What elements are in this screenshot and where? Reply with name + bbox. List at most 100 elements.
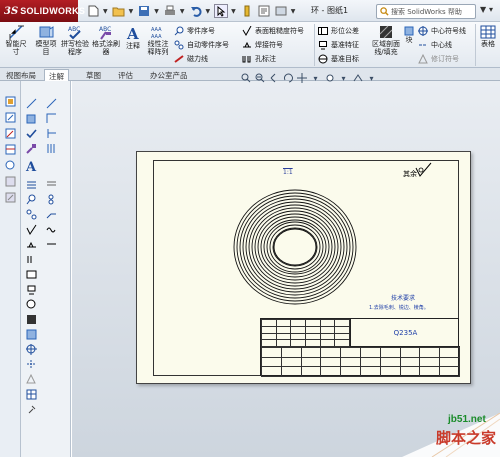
ordinate-dimension-icon[interactable] bbox=[45, 127, 57, 139]
smart-dimension-button[interactable]: ◢ 智能尺寸 bbox=[3, 24, 29, 56]
dimension-dropdown-icon[interactable] bbox=[45, 97, 57, 109]
tab-office-products[interactable]: 办公室产品 bbox=[146, 69, 192, 81]
ribbon-separator bbox=[475, 24, 476, 66]
undo-icon[interactable] bbox=[189, 4, 203, 18]
revision-symbol-icon[interactable] bbox=[25, 373, 37, 385]
zoom-to-area-icon[interactable] bbox=[254, 73, 265, 84]
datum-target-button[interactable]: 基准目标 bbox=[318, 53, 359, 64]
solidworks-logo[interactable]: 3S SOLIDWORKS bbox=[0, 0, 85, 22]
view-settings-icon[interactable] bbox=[352, 73, 363, 84]
centerline-icon[interactable] bbox=[25, 358, 37, 370]
center-mark-button[interactable]: 中心符号线 bbox=[418, 25, 466, 36]
revision-symbol-button[interactable]: 修订符号 bbox=[418, 53, 459, 64]
weld-symbol-label: 焊接符号 bbox=[255, 40, 283, 49]
tab-sketch[interactable]: 草图 bbox=[82, 69, 105, 81]
chevron-down-icon[interactable]: ▼ bbox=[231, 8, 236, 15]
area-hatch-button[interactable]: 区域剖面线/填充 bbox=[372, 24, 400, 56]
model-items-button[interactable]: 模型项目 bbox=[33, 24, 59, 56]
magnetic-line-button[interactable]: 磁力线 bbox=[174, 53, 208, 64]
model-items-icon[interactable] bbox=[25, 112, 37, 124]
format-painter-icon[interactable] bbox=[25, 142, 37, 154]
linear-pattern-icon[interactable] bbox=[25, 178, 37, 190]
chevron-down-icon[interactable]: ▼ bbox=[291, 8, 296, 15]
caterpillar-icon[interactable] bbox=[45, 223, 57, 235]
chevron-down-icon[interactable]: ▼ bbox=[206, 8, 211, 15]
chamfer-dimension-icon[interactable] bbox=[45, 112, 57, 124]
rotate-view-icon[interactable] bbox=[282, 73, 293, 84]
area-hatch-icon bbox=[378, 24, 394, 40]
hole-callout-button[interactable]: 孔标注 bbox=[242, 53, 276, 64]
centerline-button[interactable]: 中心线 bbox=[418, 39, 452, 50]
chevron-down-icon[interactable]: ▾ bbox=[366, 73, 377, 84]
note-icon[interactable]: A bbox=[25, 160, 37, 175]
auto-balloon-button[interactable]: 自动零件序号 bbox=[174, 39, 229, 50]
tab-view-layout[interactable]: 视图布局 bbox=[2, 69, 40, 81]
spell-check-icon[interactable] bbox=[25, 127, 37, 139]
end-treatment-icon[interactable] bbox=[45, 238, 57, 250]
search-options-icon[interactable]: ▾ bbox=[489, 5, 493, 14]
block-icon[interactable] bbox=[25, 328, 37, 340]
crop-view-icon[interactable] bbox=[4, 191, 16, 203]
table-icon[interactable] bbox=[25, 388, 37, 400]
display-style-icon[interactable]: ▾ bbox=[310, 73, 321, 84]
hole-callout-icon[interactable] bbox=[25, 253, 37, 265]
balloon-icon[interactable] bbox=[25, 193, 37, 205]
format-painter-button[interactable]: ABC 格式涂刷器 bbox=[92, 24, 120, 56]
datum-target-icon[interactable] bbox=[25, 298, 37, 310]
save-icon[interactable] bbox=[137, 4, 151, 18]
area-hatch-icon[interactable] bbox=[25, 313, 37, 325]
table-button[interactable]: 表格 bbox=[478, 24, 498, 48]
chevron-down-icon[interactable]: ▼ bbox=[154, 8, 159, 15]
open-folder-icon[interactable] bbox=[112, 4, 126, 18]
datum-feature-button[interactable]: 基准特征 bbox=[318, 39, 359, 50]
geometric-tolerance-icon[interactable] bbox=[25, 268, 37, 280]
print-icon[interactable] bbox=[163, 4, 177, 18]
chevron-down-icon[interactable]: ▼ bbox=[129, 8, 134, 15]
drawing-sheet[interactable]: 1:1 其余 技术要求 1.去除毛刺、锐边、棱角。 Q235A bbox=[136, 151, 471, 384]
baseline-dimension-icon[interactable] bbox=[45, 142, 57, 154]
auto-balloon-icon[interactable] bbox=[25, 208, 37, 220]
balloon-button[interactable]: 零件序号 bbox=[174, 25, 215, 36]
center-mark-icon[interactable] bbox=[25, 343, 37, 355]
chevron-down-icon[interactable]: ▼ bbox=[103, 8, 108, 15]
section-view-icon[interactable] bbox=[4, 143, 16, 155]
chevron-down-icon[interactable]: ▾ bbox=[338, 73, 349, 84]
surface-finish-button[interactable]: 表面粗糙度符号 bbox=[242, 25, 304, 36]
select-cursor-icon[interactable] bbox=[214, 4, 229, 18]
rebuild-icon[interactable] bbox=[240, 4, 254, 18]
stacked-balloon-icon[interactable] bbox=[45, 193, 57, 205]
linear-note-pattern-button[interactable]: AAA AAA 线性注释阵列 bbox=[146, 24, 170, 56]
geometric-tolerance-button[interactable]: 形位公差 bbox=[318, 25, 359, 36]
options-icon[interactable] bbox=[274, 4, 288, 18]
chevron-down-icon[interactable]: ▼ bbox=[180, 8, 185, 15]
weld-symbol-icon[interactable] bbox=[25, 238, 37, 250]
search-input[interactable]: 搜索 SolidWorks 帮助 bbox=[376, 4, 476, 19]
help-dropdown-icon[interactable]: ▼ bbox=[480, 5, 486, 14]
multi-jog-leader-icon[interactable] bbox=[45, 208, 57, 220]
detail-view-icon[interactable] bbox=[4, 159, 16, 171]
surface-finish-icon[interactable] bbox=[25, 223, 37, 235]
broken-view-icon[interactable] bbox=[4, 175, 16, 187]
previous-view-icon[interactable] bbox=[268, 73, 279, 84]
cosmetic-thread-icon[interactable] bbox=[45, 178, 57, 190]
auxiliary-view-icon[interactable] bbox=[4, 127, 16, 139]
spell-check-button[interactable]: ABC 拼写检验程序 bbox=[61, 24, 89, 56]
document-title: 环 - 图纸1 bbox=[311, 6, 349, 15]
datum-feature-icon[interactable] bbox=[25, 283, 37, 295]
svg-text:A: A bbox=[126, 25, 139, 41]
pan-view-icon[interactable] bbox=[296, 73, 307, 84]
logo-text: SOLIDWORKS bbox=[20, 6, 86, 16]
zoom-to-fit-icon[interactable] bbox=[240, 73, 251, 84]
hide-show-items-icon[interactable] bbox=[324, 73, 335, 84]
smart-dimension-icon[interactable] bbox=[25, 97, 37, 109]
tab-evaluate[interactable]: 评估 bbox=[114, 69, 137, 81]
new-document-icon[interactable] bbox=[86, 4, 100, 18]
model-view-icon[interactable] bbox=[4, 95, 16, 107]
ring-part-view[interactable] bbox=[232, 187, 358, 307]
note-button[interactable]: A 注释 bbox=[122, 24, 144, 50]
block-button[interactable]: 块 bbox=[402, 26, 416, 44]
pin-icon[interactable] bbox=[25, 403, 37, 415]
file-properties-icon[interactable] bbox=[257, 4, 271, 18]
projected-view-icon[interactable] bbox=[4, 111, 16, 123]
weld-symbol-button[interactable]: 焊接符号 bbox=[242, 39, 283, 50]
